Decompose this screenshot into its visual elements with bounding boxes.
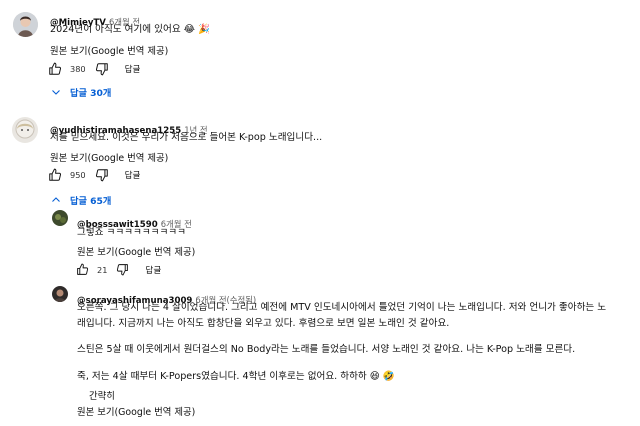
avatar[interactable]	[12, 117, 38, 143]
action-bar: 950 답글	[48, 168, 140, 182]
like-count: 21	[97, 264, 108, 275]
avatar[interactable]	[52, 286, 68, 302]
avatar[interactable]	[13, 12, 38, 37]
replies-toggle[interactable]: 답글 30개	[50, 85, 111, 99]
comment-text: 2024년이 아직도 여기에 있어요 😂 🎉	[50, 24, 210, 35]
chevron-down-icon	[52, 90, 60, 95]
avatar-image	[12, 117, 38, 143]
reply-text-line: 죽, 저는 4살 때부터 K-Popers였습니다. 4학년 이후로는 없어요.…	[77, 371, 395, 382]
replies-count-label: 답글 30개	[70, 88, 112, 99]
reply-text-line: 래입니다. 지금까지 나는 아직도 합창단을 외우고 있다. 후렴으로 보면 일…	[77, 318, 450, 329]
avatar-image	[13, 12, 38, 37]
collapse-link[interactable]: 간략히	[89, 388, 115, 402]
reply-text-line: 스틴은 5살 때 이웃에게서 원더걸스의 No Body라는 노래를 들었습니다…	[77, 344, 576, 355]
thumbs-up-icon[interactable]	[76, 263, 89, 276]
see-original-link[interactable]: 원본 보기(Google 번역 제공)	[77, 404, 195, 418]
chevron-up-icon	[52, 197, 60, 202]
replies-count-label: 답글 65개	[70, 196, 112, 207]
thumbs-down-icon[interactable]	[95, 62, 109, 76]
like-count: 380	[70, 64, 86, 74]
comment-text: 저를 믿으세요. 이것은 우리가 처음으로 들어본 K-pop 노래입니다...	[50, 132, 323, 143]
thumbs-up-icon[interactable]	[48, 168, 62, 182]
see-original-link[interactable]: 원본 보기(Google 번역 제공)	[50, 150, 168, 164]
thumbs-down-icon[interactable]	[95, 168, 109, 182]
like-count: 950	[70, 170, 86, 180]
thumbs-down-icon[interactable]	[116, 263, 129, 276]
reply-button[interactable]: 답글	[125, 63, 141, 75]
reply-text-line: 오른쪽. 그 당시 나는 4 살이었습니다. 그리고 예전에 MTV 인도네시아…	[77, 302, 607, 313]
replies-toggle[interactable]: 답글 65개	[50, 193, 111, 207]
thumbs-up-icon[interactable]	[48, 62, 62, 76]
reply-text: 그렇죠 ㅋㅋㅋㅋㅋㅋㅋㅋㅋ	[77, 227, 186, 238]
avatar-image	[52, 210, 68, 226]
action-bar: 380 답글	[48, 62, 140, 76]
avatar-image	[52, 286, 68, 302]
avatar[interactable]	[52, 210, 68, 226]
reply-button[interactable]: 답글	[145, 264, 161, 276]
action-bar: 21 답글	[76, 263, 161, 276]
see-original-link[interactable]: 원본 보기(Google 번역 제공)	[77, 244, 195, 258]
see-original-link[interactable]: 원본 보기(Google 번역 제공)	[50, 43, 168, 57]
reply-button[interactable]: 답글	[125, 169, 141, 181]
